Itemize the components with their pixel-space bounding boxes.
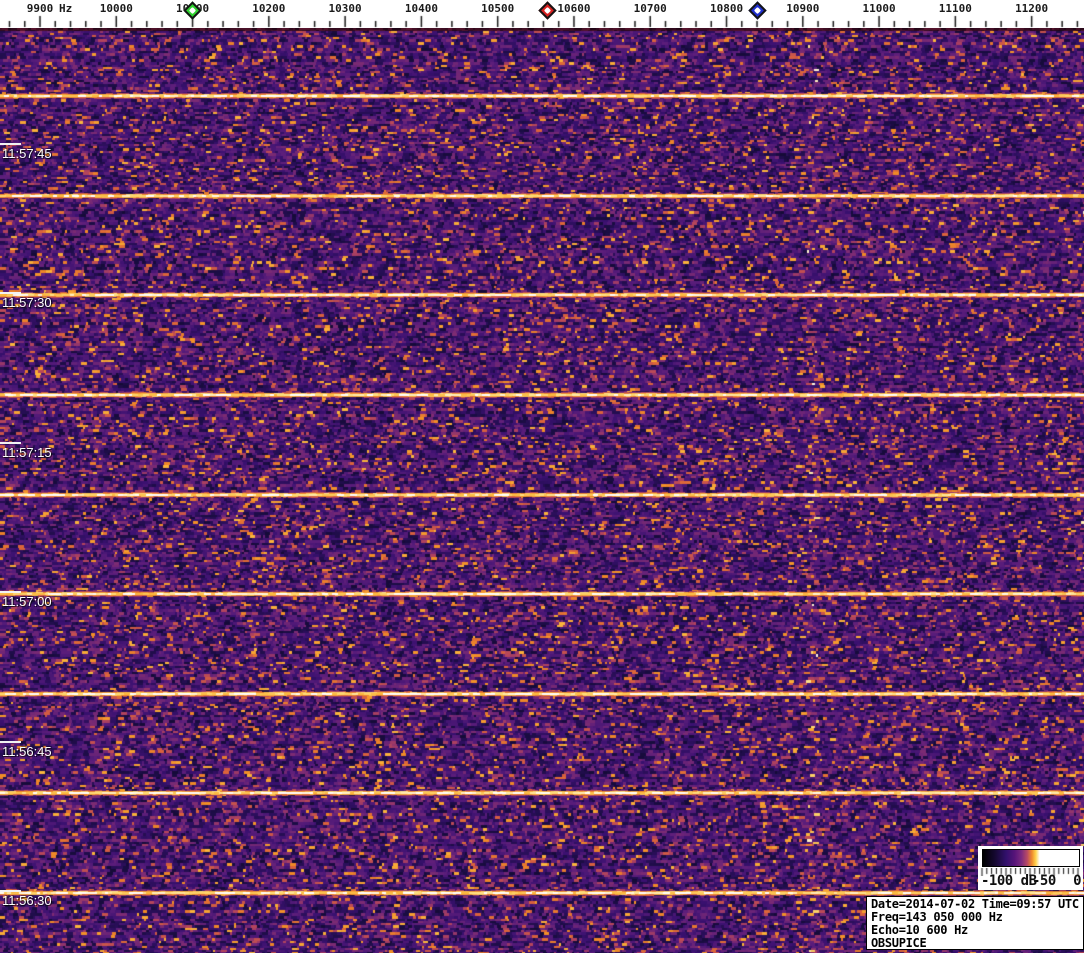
freq-axis-label: 10500 <box>481 2 515 15</box>
spectrogram-waterfall[interactable] <box>0 28 1084 953</box>
legend-max-label: 0 <box>1073 873 1081 889</box>
time-label: 11:57:45 <box>2 146 52 161</box>
legend-mid-label: -50 <box>1032 873 1056 889</box>
freq-axis-label: 10200 <box>252 2 286 15</box>
time-tick <box>0 591 21 593</box>
freq-axis-label: 10000 <box>99 2 133 15</box>
colormap-gradient-bar <box>982 849 1080 867</box>
marker-center-dot <box>189 6 197 15</box>
time-label: 11:57:30 <box>2 295 52 310</box>
time-tick <box>0 143 21 145</box>
freq-axis-label: 10900 <box>786 2 820 15</box>
freq-axis-label: 10700 <box>633 2 667 15</box>
time-tick <box>0 292 21 294</box>
intensity-scale-legend: -100 dB -50 0 <box>978 846 1083 890</box>
legend-min-label: -100 dB <box>981 873 1037 889</box>
freq-axis-label: 10400 <box>404 2 438 15</box>
time-tick <box>0 442 21 444</box>
marker-center-dot <box>753 6 761 15</box>
frequency-ruler[interactable]: Hz 9900100001010010200103001040010500106… <box>0 0 1084 28</box>
freq-axis-label: 10300 <box>328 2 362 15</box>
freq-axis-label: 11200 <box>1015 2 1049 15</box>
marker-center-dot <box>543 6 551 15</box>
time-tick <box>0 890 21 892</box>
time-label: 11:56:30 <box>2 893 52 908</box>
time-label: 11:56:45 <box>2 744 52 759</box>
freq-axis-label: 9900 <box>26 2 54 15</box>
time-label: 11:57:00 <box>2 594 52 609</box>
time-label: 11:57:15 <box>2 445 52 460</box>
status-info-box: Date=2014-07-02 Time=09:57 UTC Freq=143 … <box>866 896 1084 950</box>
freq-axis-label: 10800 <box>709 2 744 15</box>
time-tick <box>0 741 21 743</box>
meteor-echo-waterfall-window: 11:57:45 11:57:30 11:57:15 11:57:00 11:56:45… <box>0 0 1084 953</box>
freq-axis-label: 10600 <box>557 2 591 15</box>
freq-axis-label: 11100 <box>938 2 972 15</box>
info-station: OBSUPICE <box>871 936 927 950</box>
frequency-unit-label: Hz <box>59 2 73 15</box>
freq-axis-label: 11000 <box>862 2 896 15</box>
